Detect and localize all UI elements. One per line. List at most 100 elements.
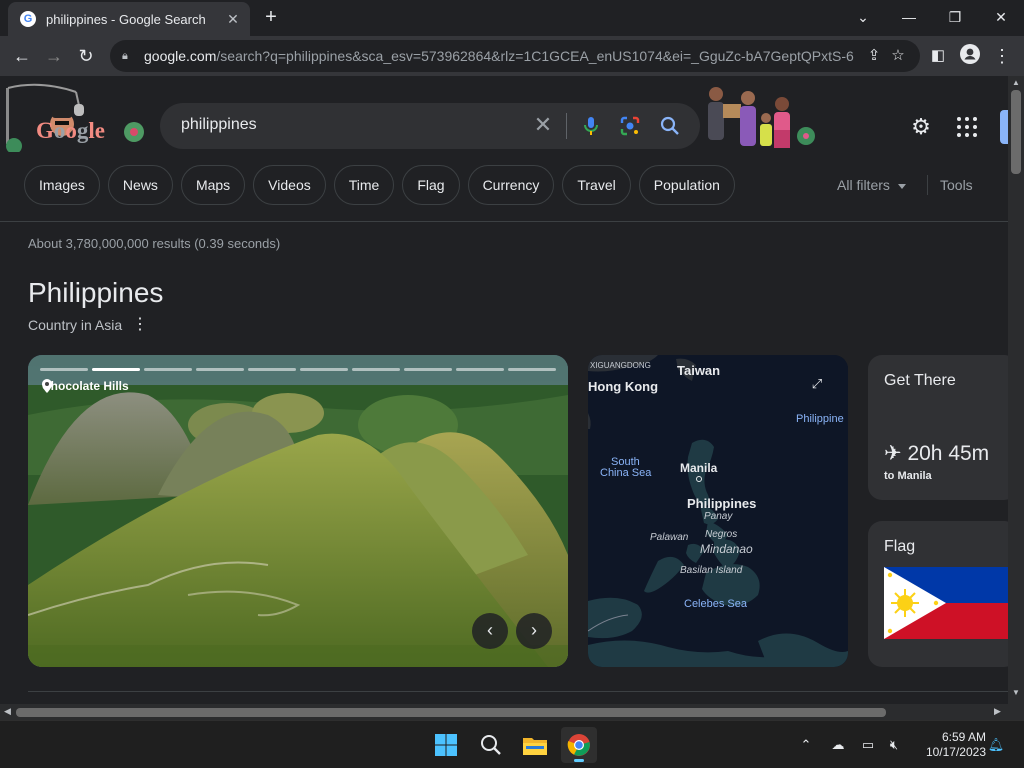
- philippines-flag-image: [884, 567, 1008, 639]
- search-input[interactable]: philippines: [181, 116, 257, 134]
- section-divider: [28, 691, 1008, 692]
- header-divider: [0, 221, 1008, 222]
- google-doodle[interactable]: Google: [0, 80, 150, 154]
- tab-close-icon[interactable]: ✕: [224, 11, 242, 28]
- windows-start-icon[interactable]: [428, 727, 464, 763]
- google-lens-icon[interactable]: [619, 115, 641, 137]
- progress-segment: [352, 368, 400, 371]
- flight-destination: to Manila: [884, 470, 932, 482]
- file-explorer-icon[interactable]: [517, 727, 553, 763]
- clear-search-icon[interactable]: ✕: [532, 114, 554, 136]
- chip-images[interactable]: Images: [24, 165, 100, 205]
- restore-button[interactable]: ❐: [932, 4, 978, 30]
- result-stats: About 3,780,000,000 results (0.39 second…: [28, 236, 281, 251]
- expand-map-icon[interactable]: ⤢: [808, 375, 826, 393]
- google-logo-text: Google: [36, 118, 105, 143]
- chip-time[interactable]: Time: [333, 165, 395, 205]
- horizontal-scroll-thumb[interactable]: [16, 708, 886, 717]
- get-there-title: Get There: [884, 372, 956, 389]
- chrome-taskbar-icon[interactable]: [561, 727, 597, 763]
- map-label-guangdong: XIGUANGDONG: [590, 361, 651, 370]
- scroll-down-arrow-icon[interactable]: ▼: [1008, 688, 1024, 697]
- all-filters-button[interactable]: All filters: [837, 177, 906, 193]
- get-there-card[interactable]: Get There ✈ 20h 45m to Manila: [868, 355, 1008, 500]
- lock-icon[interactable]: 🔒︎: [122, 50, 136, 63]
- carousel-next-button[interactable]: ›: [516, 613, 552, 649]
- tools-button[interactable]: Tools: [940, 177, 973, 193]
- hero-location-label[interactable]: Chocolate Hills: [42, 379, 129, 393]
- chip-travel[interactable]: Travel: [562, 165, 631, 205]
- reload-icon[interactable]: ↻: [74, 44, 98, 68]
- scroll-up-arrow-icon[interactable]: ▲: [1008, 78, 1024, 87]
- network-icon[interactable]: ▭: [858, 735, 878, 755]
- map-label-philippines: Philippines: [687, 496, 757, 511]
- search-icon[interactable]: [659, 115, 681, 137]
- show-hidden-icons-chevron-up-icon[interactable]: ⌃: [796, 735, 816, 755]
- flight-duration: ✈ 20h 45m: [884, 442, 990, 465]
- map-label-panay: Panay: [704, 511, 733, 522]
- knowledge-panel-subtitle: Country in Asia: [28, 317, 123, 333]
- more-options-kebab-icon[interactable]: ⋮: [132, 316, 148, 334]
- share-icon[interactable]: ⇪: [864, 46, 884, 66]
- chip-currency[interactable]: Currency: [467, 165, 555, 205]
- map-label-basilan: Basilan Island: [680, 565, 743, 576]
- location-pin-icon: [42, 379, 52, 393]
- map-label-mindanao: Mindanao: [700, 542, 753, 556]
- chip-maps[interactable]: Maps: [180, 165, 246, 205]
- tab-google-search[interactable]: G philippines - Google Search ✕: [8, 2, 250, 36]
- map-label-south-china-sea-line2: China Sea: [600, 467, 652, 479]
- system-clock[interactable]: 6:59 AM 10/17/2023: [916, 730, 986, 760]
- bookmark-star-icon[interactable]: ☆: [888, 46, 908, 66]
- progress-segment: [508, 368, 556, 371]
- chip-population[interactable]: Population: [638, 165, 735, 205]
- horizontal-scrollbar[interactable]: ◀ ▶: [0, 704, 1008, 720]
- taskbar-search-icon[interactable]: [473, 727, 509, 763]
- tab-search-chevron-down-icon[interactable]: ⌄: [840, 4, 886, 30]
- settings-gear-icon[interactable]: ⚙: [908, 114, 934, 140]
- back-arrow-icon[interactable]: ←: [10, 44, 34, 68]
- onedrive-cloud-icon[interactable]: ☁: [828, 735, 848, 755]
- side-panel-icon[interactable]: ◧: [926, 44, 950, 68]
- caret-down-icon: [897, 183, 906, 189]
- close-window-button[interactable]: ✕: [978, 4, 1024, 30]
- map-label-taiwan: Taiwan: [677, 363, 721, 378]
- account-avatar[interactable]: [1000, 110, 1008, 144]
- scroll-right-arrow-icon[interactable]: ▶: [994, 706, 1001, 717]
- chip-news[interactable]: News: [107, 165, 173, 205]
- tab-strip: G philippines - Google Search ✕ + ⌄ — ❐ …: [0, 0, 1024, 36]
- map-label-palawan: Palawan: [650, 532, 689, 543]
- doodle-illustration[interactable]: [690, 80, 830, 154]
- windows-taskbar: ⌃ ☁ ▭ 🔇︎ 6:59 AM 10/17/2023 🔔︎: [0, 720, 1024, 768]
- vertical-scrollbar[interactable]: ▲ ▼: [1008, 76, 1024, 704]
- active-app-indicator: [574, 759, 584, 762]
- map-label-philippine-sea: Philippine: [796, 413, 844, 425]
- search-box[interactable]: philippines ✕: [160, 103, 700, 149]
- address-bar[interactable]: 🔒︎ google.com/search?q=philippines&sca_e…: [110, 40, 920, 72]
- notifications-bell-icon[interactable]: 🔔︎: [986, 735, 1006, 755]
- microphone-icon[interactable]: [580, 115, 602, 137]
- new-tab-button[interactable]: +: [260, 6, 282, 28]
- hero-image-carousel[interactable]: Chocolate Hills ‹ ›: [28, 355, 568, 667]
- carousel-progress: [40, 368, 556, 371]
- vertical-scroll-thumb[interactable]: [1011, 90, 1021, 174]
- profile-avatar[interactable]: [958, 44, 982, 68]
- chip-videos[interactable]: Videos: [253, 165, 326, 205]
- browser-toolbar: ← → ↻ 🔒︎ google.com/search?q=philippines…: [0, 36, 1024, 76]
- progress-segment: [456, 368, 504, 371]
- forward-arrow-icon[interactable]: →: [42, 44, 66, 68]
- google-apps-grid-icon[interactable]: [956, 116, 978, 138]
- airplane-icon: ✈: [884, 442, 902, 465]
- speaker-muted-icon[interactable]: 🔇︎: [884, 735, 904, 755]
- google-g-icon: G: [20, 11, 36, 27]
- map-card[interactable]: XIGUANGDONG Taiwan Hong Kong Philippine …: [588, 355, 848, 667]
- progress-segment: [404, 368, 452, 371]
- scrollbar-corner: [1008, 704, 1024, 720]
- minimize-button[interactable]: —: [886, 4, 932, 30]
- scroll-left-arrow-icon[interactable]: ◀: [4, 706, 11, 717]
- carousel-previous-button[interactable]: ‹: [472, 613, 508, 649]
- chip-flag[interactable]: Flag: [402, 165, 460, 205]
- browser-menu-kebab-icon[interactable]: ⋮: [990, 44, 1014, 68]
- clock-time: 6:59 AM: [941, 730, 986, 744]
- flag-card[interactable]: Flag: [868, 521, 1008, 667]
- progress-segment: [92, 368, 140, 371]
